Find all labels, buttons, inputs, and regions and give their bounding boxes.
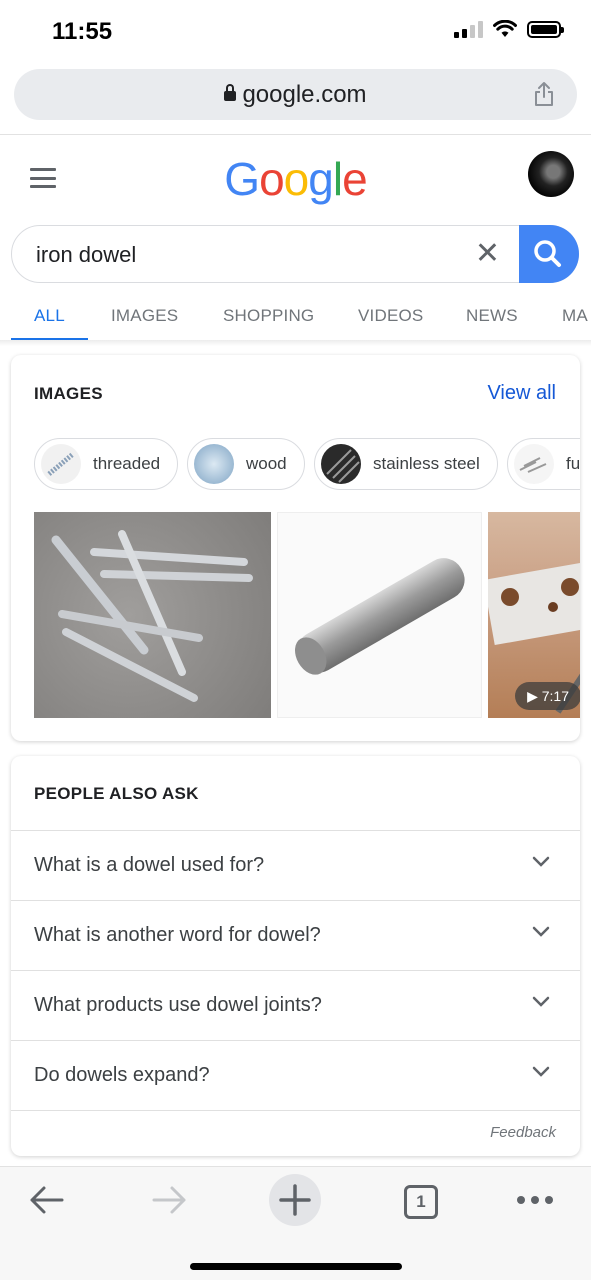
wood-thumbnail: [194, 444, 234, 484]
pins-thumbnail: [514, 444, 554, 484]
paa-question[interactable]: What is another word for dowel?: [11, 900, 580, 970]
stainless-steel-thumbnail: [321, 444, 361, 484]
close-icon[interactable]: ✕: [475, 239, 500, 269]
new-tab-button[interactable]: [269, 1174, 321, 1226]
logo-letter: e: [342, 153, 368, 205]
chip-label: threaded: [93, 454, 161, 473]
chip-label: stainless steel: [373, 454, 480, 473]
lock-icon: [224, 84, 237, 101]
browser-toolbar: 1: [0, 1166, 591, 1280]
url-text: google.com: [242, 81, 367, 108]
logo-letter: l: [332, 153, 343, 205]
address-bar[interactable]: google.com: [14, 69, 577, 120]
search-icon: [534, 240, 561, 267]
chevron-down-icon: [532, 856, 550, 867]
paa-question-text: Do dowels expand?: [34, 1064, 210, 1086]
chip-label: fu: [566, 454, 580, 473]
people-also-ask-card: PEOPLE ALSO ASK What is a dowel used for…: [11, 756, 580, 1156]
logo-letter: o: [259, 153, 285, 205]
tab-switcher-button[interactable]: 1: [404, 1185, 438, 1219]
more-options-icon[interactable]: [516, 1195, 554, 1205]
paa-title: PEOPLE ALSO ASK: [34, 784, 199, 803]
image-results: ▶ 7:17: [34, 512, 580, 718]
chevron-down-icon: [532, 1066, 550, 1077]
image-result-dowels-pile[interactable]: [34, 512, 271, 718]
logo-letter: g: [308, 153, 334, 205]
tab-news[interactable]: NEWS: [466, 306, 518, 326]
status-time: 11:55: [52, 18, 113, 45]
chip-threaded[interactable]: threaded: [34, 438, 178, 490]
account-avatar[interactable]: [528, 151, 574, 197]
status-bar: 11:55: [0, 0, 591, 62]
feedback-link[interactable]: Feedback: [490, 1124, 556, 1141]
paa-question[interactable]: What products use dowel joints?: [11, 970, 580, 1040]
images-card: IMAGES View all threaded wood stainless …: [11, 355, 580, 741]
search-input[interactable]: iron dowel: [36, 242, 136, 268]
search-tabs: ALL IMAGES SHOPPING VIDEOS NEWS MA: [0, 296, 591, 342]
logo-letter: G: [224, 153, 260, 205]
images-card-title: IMAGES: [34, 384, 103, 403]
back-arrow-icon[interactable]: [28, 1185, 64, 1215]
tab-images[interactable]: IMAGES: [111, 306, 178, 326]
image-result-single-dowel[interactable]: [277, 512, 482, 718]
paa-question[interactable]: Do dowels expand?: [11, 1040, 580, 1110]
image-chips: threaded wood stainless steel fu: [34, 438, 580, 490]
chevron-down-icon: [532, 926, 550, 937]
video-duration: ▶ 7:17: [515, 682, 580, 710]
search-button[interactable]: [519, 225, 579, 283]
chip-label: wood: [246, 454, 287, 473]
google-logo[interactable]: Google: [0, 152, 591, 206]
paa-question-text: What products use dowel joints?: [34, 994, 322, 1016]
logo-letter: o: [283, 153, 310, 205]
search-box[interactable]: iron dowel ✕: [11, 225, 579, 283]
divider: [0, 134, 591, 135]
play-icon: ▶: [527, 688, 538, 704]
tab-shopping[interactable]: SHOPPING: [223, 306, 314, 326]
cellular-signal-icon: [454, 20, 483, 38]
tab-maps[interactable]: MA: [562, 306, 588, 326]
paa-question-text: What is another word for dowel?: [34, 924, 321, 946]
paa-question[interactable]: What is a dowel used for?: [11, 830, 580, 900]
wifi-icon: [493, 20, 517, 37]
tab-all[interactable]: ALL: [34, 306, 65, 326]
chip-more[interactable]: fu: [507, 438, 580, 490]
chevron-down-icon: [532, 996, 550, 1007]
tab-videos[interactable]: VIDEOS: [358, 306, 423, 326]
battery-icon: [527, 20, 564, 38]
paa-question-text: What is a dowel used for?: [34, 854, 265, 876]
threaded-rod-thumbnail: [41, 444, 81, 484]
share-icon[interactable]: [533, 81, 555, 107]
video-result-thumbnail[interactable]: ▶ 7:17: [488, 512, 580, 718]
forward-arrow-icon[interactable]: [152, 1185, 188, 1215]
chip-wood[interactable]: wood: [187, 438, 305, 490]
plus-icon: [279, 1184, 311, 1216]
chip-stainless-steel[interactable]: stainless steel: [314, 438, 498, 490]
home-indicator: [190, 1263, 402, 1270]
view-all-link[interactable]: View all: [487, 382, 556, 405]
